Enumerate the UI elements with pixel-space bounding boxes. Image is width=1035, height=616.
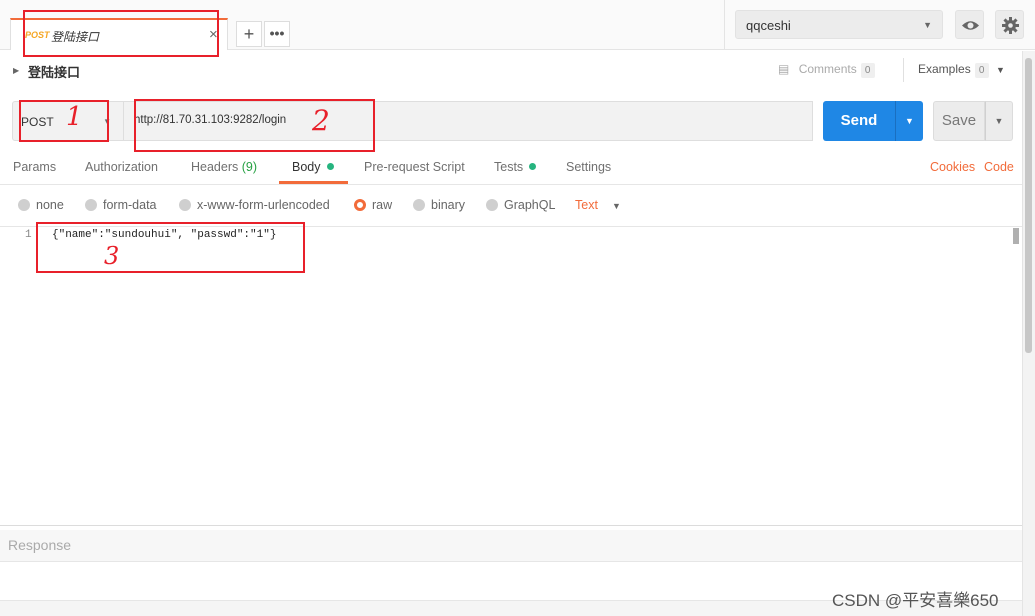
body-type-label: x-www-form-urlencoded <box>197 198 330 212</box>
gear-icon <box>1002 17 1019 34</box>
more-tabs-button[interactable]: ••• <box>264 21 290 47</box>
tab-params[interactable]: Params <box>13 160 56 174</box>
annotation-box-tab <box>23 10 219 57</box>
comments-button[interactable]: ▤ Comments 0 <box>778 62 875 80</box>
examples-button[interactable]: Examples 0 ▼ <box>918 62 1005 78</box>
editor-scrollbar[interactable] <box>1013 228 1019 244</box>
response-pane: Response <box>0 530 1022 562</box>
tab-headers[interactable]: Headers (9) <box>191 160 257 174</box>
body-type-label: form-data <box>103 198 157 212</box>
radio-icon <box>85 199 97 211</box>
chevron-down-icon: ▼ <box>994 116 1004 126</box>
tab-authorization[interactable]: Authorization <box>85 160 158 174</box>
status-dot-icon <box>529 163 537 170</box>
body-type-label: none <box>36 198 64 212</box>
comments-count: 0 <box>860 63 875 78</box>
request-name-row: ▶ 登陆接口 <box>0 51 1035 91</box>
tab-headers-label: Headers <box>191 160 239 174</box>
environment-value: qqceshi <box>746 18 791 33</box>
manage-environments-button[interactable] <box>995 10 1024 39</box>
save-button[interactable]: Save <box>933 101 985 141</box>
body-type-form-data[interactable]: form-data <box>85 198 157 212</box>
annotation-box-url <box>134 99 375 152</box>
caret-right-icon[interactable]: ▶ <box>13 66 19 75</box>
examples-count: 0 <box>974 63 989 78</box>
body-type-binary[interactable]: binary <box>413 198 465 212</box>
divider <box>724 0 725 50</box>
tab-body[interactable]: Body <box>292 160 334 174</box>
body-type-raw[interactable]: raw <box>354 198 392 212</box>
annotation-number-3: 3 <box>104 242 120 270</box>
radio-icon <box>486 199 498 211</box>
radio-icon <box>18 199 30 211</box>
radio-selected-icon <box>354 199 366 211</box>
chevron-down-icon: ▼ <box>923 20 932 30</box>
send-button[interactable]: Send <box>823 101 895 141</box>
body-format-select[interactable]: Text <box>575 198 598 212</box>
send-options-button[interactable]: ▼ <box>895 101 923 141</box>
headers-count: (9) <box>241 160 258 174</box>
cookies-link[interactable]: Cookies <box>930 160 975 174</box>
body-type-none[interactable]: none <box>18 198 64 212</box>
tab-tests[interactable]: Tests <box>494 160 537 174</box>
response-label: Response <box>8 537 72 553</box>
save-options-button[interactable]: ▼ <box>985 101 1013 141</box>
body-type-label: GraphQL <box>504 198 556 212</box>
line-number: 1 <box>25 229 32 241</box>
tab-body-label: Body <box>292 160 321 174</box>
tab-settings[interactable]: Settings <box>566 160 611 174</box>
add-tab-button[interactable]: + <box>236 21 262 47</box>
body-type-urlencoded[interactable]: x-www-form-urlencoded <box>179 198 330 212</box>
body-type-label: raw <box>372 198 393 212</box>
comments-label: Comments <box>798 62 857 76</box>
divider <box>903 58 904 82</box>
body-type-label: binary <box>431 198 466 212</box>
tab-tests-label: Tests <box>494 160 524 174</box>
watermark: CSDN @平安喜樂650 <box>832 591 999 610</box>
annotation-number-1: 1 <box>66 102 83 132</box>
chevron-down-icon: ▼ <box>996 65 1005 75</box>
scrollbar-thumb[interactable] <box>1025 58 1032 353</box>
annotation-box-method <box>19 100 109 142</box>
comment-icon: ▤ <box>778 62 790 76</box>
examples-label: Examples <box>918 62 971 76</box>
chevron-down-icon[interactable]: ▼ <box>612 201 621 211</box>
environment-quick-look-button[interactable] <box>955 10 984 39</box>
radio-icon <box>413 199 425 211</box>
status-dot-icon <box>326 163 334 170</box>
active-tab-indicator <box>279 181 348 184</box>
tab-prerequest-script[interactable]: Pre-request Script <box>364 160 465 174</box>
eye-icon <box>962 21 979 30</box>
chevron-down-icon: ▼ <box>905 116 914 126</box>
request-tabs: Params Authorization Headers (9) Body Pr… <box>0 152 1022 185</box>
request-name[interactable]: 登陆接口 <box>28 62 80 81</box>
environment-select[interactable]: qqceshi ▼ <box>735 10 943 39</box>
radio-icon <box>179 199 191 211</box>
annotation-number-2: 2 <box>312 104 330 137</box>
annotation-box-body <box>36 222 305 273</box>
code-link[interactable]: Code <box>984 160 1014 174</box>
body-type-graphql[interactable]: GraphQL <box>486 198 555 212</box>
